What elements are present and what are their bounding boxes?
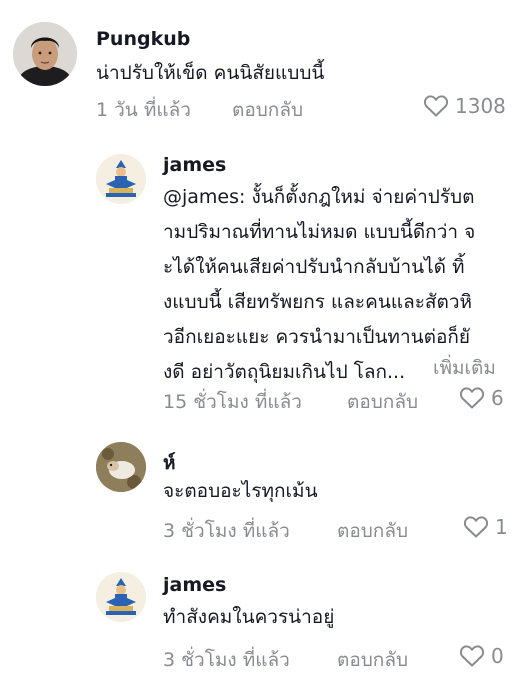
comment-item: Pungkub น่าปรับให้เข็ด คนนิสัยแบบนี้ 1 ว…: [0, 0, 532, 130]
avatar[interactable]: [96, 572, 146, 622]
avatar[interactable]: [96, 154, 146, 204]
reply-button[interactable]: ตอบกลับ: [232, 95, 303, 125]
heart-outline-icon: [459, 387, 485, 409]
deity-emblem-avatar-icon: [96, 572, 146, 622]
comment-text-line: @james: งั้นก็ตั้งกฎใหม่ จ่ายค่าปรับต: [163, 186, 475, 208]
comment-text-line: งดี อย่าวัตถุนิยมเกินไป โลก...: [163, 361, 406, 383]
reply-comment-item: ห์ จะตอบอะไรทุกเม้น 3 ชั่วโมง ที่แล้ว ตอ…: [0, 430, 532, 560]
dog-photo-avatar-icon: [96, 442, 146, 492]
comment-username[interactable]: Pungkub: [96, 28, 190, 50]
see-more-link[interactable]: เพิ่มเติม: [433, 353, 496, 383]
comment-text-line: ามปริมาณที่ทานไม่หมด แบบนี้ดีกว่า จ: [163, 221, 476, 243]
heart-outline-icon: [459, 645, 485, 667]
comment-text-line: ะได้ให้คนเสียค่าปรับนำกลับบ้านได้ ทิ้: [163, 256, 465, 278]
heart-outline-icon: [423, 95, 449, 117]
reply-button[interactable]: ตอบกลับ: [337, 516, 408, 546]
reply-button[interactable]: ตอบกลับ: [337, 645, 408, 675]
reply-button[interactable]: ตอบกลับ: [347, 387, 418, 417]
comment-text: ทำสังคมในควรน่าอยู่: [163, 606, 335, 628]
comment-text: จะตอบอะไรทุกเม้น: [163, 480, 318, 502]
comment-timestamp: 3 ชั่วโมง ที่แล้ว: [163, 520, 290, 542]
comment-timestamp: 1 วัน ที่แล้ว: [96, 99, 191, 121]
comment-timestamp: 3 ชั่วโมง ที่แล้ว: [163, 649, 290, 671]
like-count: 1308: [455, 94, 506, 118]
avatar[interactable]: [13, 22, 77, 86]
like-button[interactable]: 1: [463, 515, 508, 539]
like-count: 6: [491, 386, 504, 410]
like-count: 1: [495, 515, 508, 539]
like-count: 0: [491, 644, 504, 668]
comment-text: น่าปรับให้เข็ด คนนิสัยแบบนี้: [96, 62, 325, 84]
deity-emblem-avatar-icon: [96, 154, 146, 204]
avatar[interactable]: [96, 442, 146, 492]
comment-text-line: งแบบนี้ เสียทรัพยกร และคนและสัตวหิ: [163, 291, 473, 313]
comment-timestamp: 15 ชั่วโมง ที่แล้ว: [163, 391, 302, 413]
reply-comment-item: james ทำสังคมในควรน่าอยู่ 3 ชั่วโมง ที่แ…: [0, 560, 532, 690]
like-button[interactable]: 6: [459, 386, 504, 410]
comment-username[interactable]: james: [163, 154, 226, 176]
heart-outline-icon: [463, 516, 489, 538]
comment-username[interactable]: james: [163, 574, 226, 596]
reply-comment-item: james @james: งั้นก็ตั้งกฎใหม่ จ่ายค่าปร…: [0, 140, 532, 415]
like-button[interactable]: 1308: [423, 94, 506, 118]
like-button[interactable]: 0: [459, 644, 504, 668]
comment-text-line: วอีกเยอะแยะ ควรนำมาเป็นทานต่อก็ยั: [163, 326, 470, 348]
man-photo-avatar-icon: [13, 22, 77, 86]
